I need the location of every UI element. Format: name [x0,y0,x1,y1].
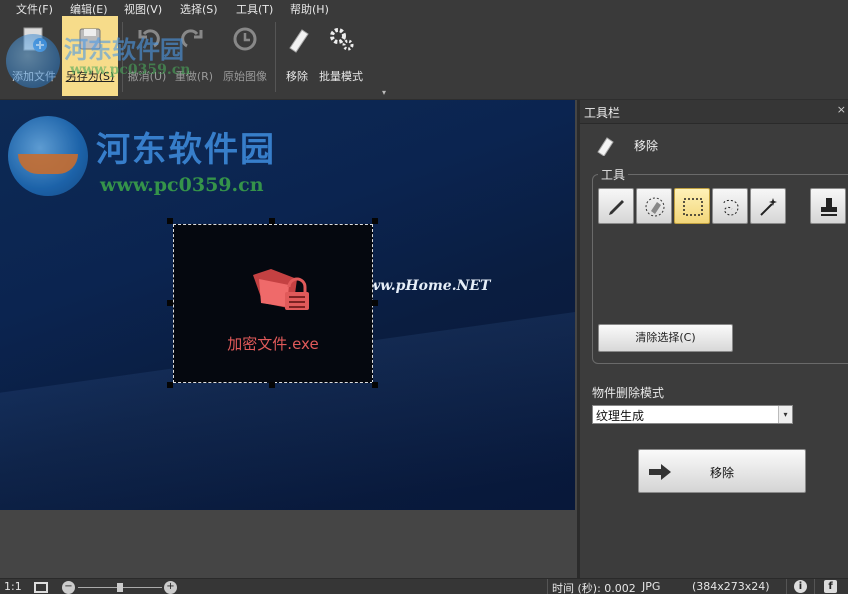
toolbar-watermark-title: 河东软件园 [64,35,184,64]
image-format: JPG [642,580,661,593]
selected-object-label: 加密文件.exe [227,335,319,353]
stamp-tool-button[interactable] [810,188,846,224]
magic-wand-button[interactable] [750,188,786,224]
eraser-tool-button[interactable] [636,188,672,224]
zoom-ratio[interactable]: 1:1 [4,580,22,593]
chevron-down-icon[interactable]: ▾ [778,406,792,423]
resize-handle-n[interactable] [269,218,275,224]
eraser-icon [597,137,614,156]
status-divider [547,579,548,594]
menu-file[interactable]: 文件(F) [16,1,53,17]
lasso-icon [723,199,739,216]
stamp-icon [821,198,837,216]
batch-mode-button[interactable]: 批量模式 [314,16,368,96]
facebook-icon[interactable]: f [824,580,837,593]
selection-rectangle[interactable]: 加密文件.exe [173,224,373,383]
zoom-in-icon[interactable]: + [164,581,177,594]
status-bar: 1:1 − + 时间 (秒): 0.002 JPG (384x273x24) i… [0,578,848,594]
image-dimensions: (384x273x24) [692,580,770,593]
menu-help[interactable]: 帮助(H) [290,1,329,17]
menu-view[interactable]: 视图(V) [124,1,162,17]
batch-mode-label: 批量模式 [319,70,363,83]
eraser-icon [289,29,309,53]
resize-handle-e[interactable] [372,300,378,306]
resize-handle-sw[interactable] [167,382,173,388]
panel-title: 工具栏 [584,106,621,120]
zoom-slider-thumb[interactable] [117,583,123,592]
tool-panel: 工具栏 × 移除 工具 清除选择(C) 物件删除模式 纹理生成 ▾ 移除 [580,100,848,578]
resize-handle-se[interactable] [372,382,378,388]
rectangle-select-button[interactable] [674,188,710,224]
lasso-tool-button[interactable] [712,188,748,224]
removal-mode-label: 物件删除模式 [592,386,665,400]
pencil-icon [609,200,624,215]
main-toolbar: 添加文件 另存为(S) 撤消(U) 重做(R) 原始图像 移除 [0,16,848,100]
menu-bar: 文件(F) 编辑(E) 视图(V) 选择(S) 工具(T) 帮助(H) [0,0,848,16]
gears-icon [330,28,354,51]
rectangle-select-icon [683,198,703,216]
original-image-label: 原始图像 [223,70,267,83]
menu-tools[interactable]: 工具(T) [236,1,273,17]
watermark-logo [6,34,60,88]
watermark-phome: www.pHome.NET [356,278,491,294]
toolbar-overflow-icon[interactable]: ▾ [382,88,386,97]
watermark-url: www.pc0359.cn [100,174,264,196]
image-preview[interactable]: 河东软件园 www.pc0359.cn www.pHome.NET 加密文件.e… [0,100,575,510]
section-title: 移除 [634,139,659,153]
remove-tool-label: 移除 [286,70,308,83]
close-icon[interactable]: × [837,103,846,116]
status-divider [814,579,815,594]
panel-header: 工具栏 × [580,100,848,124]
eraser-select-icon [645,197,665,217]
watermark-title: 河东软件园 [96,130,276,170]
watermark-logo [8,116,88,196]
remove-button-label: 移除 [709,466,734,480]
resize-handle-s[interactable] [269,382,275,388]
removal-mode-select[interactable]: 纹理生成 ▾ [592,405,793,424]
processing-time: 时间 (秒): 0.002 [552,582,636,594]
remove-tool-button[interactable]: 移除 [280,16,314,96]
info-icon[interactable]: i [794,580,807,593]
resize-handle-ne[interactable] [372,218,378,224]
image-canvas[interactable]: 河东软件园 www.pc0359.cn www.pHome.NET 加密文件.e… [0,100,577,578]
toolbar-watermark-url: www.pc0359.cn [70,62,191,78]
zoom-out-icon[interactable]: − [62,581,75,594]
tools-group-label: 工具 [598,166,629,183]
original-image-button[interactable]: 原始图像 [218,16,272,96]
clear-selection-button[interactable]: 清除选择(C) [598,324,733,352]
magic-wand-icon [760,198,777,216]
status-divider [786,579,787,594]
history-icon [233,27,257,51]
menu-edit[interactable]: 编辑(E) [70,1,108,17]
toolbar-divider [275,22,276,92]
menu-select[interactable]: 选择(S) [180,1,218,17]
resize-handle-w[interactable] [167,300,173,306]
locked-folder-icon [253,269,309,310]
pencil-tool-button[interactable] [598,188,634,224]
removal-mode-value: 纹理生成 [596,409,645,423]
resize-handle-nw[interactable] [167,218,173,224]
remove-button[interactable]: 移除 [638,449,806,493]
fit-window-icon[interactable] [34,582,48,593]
